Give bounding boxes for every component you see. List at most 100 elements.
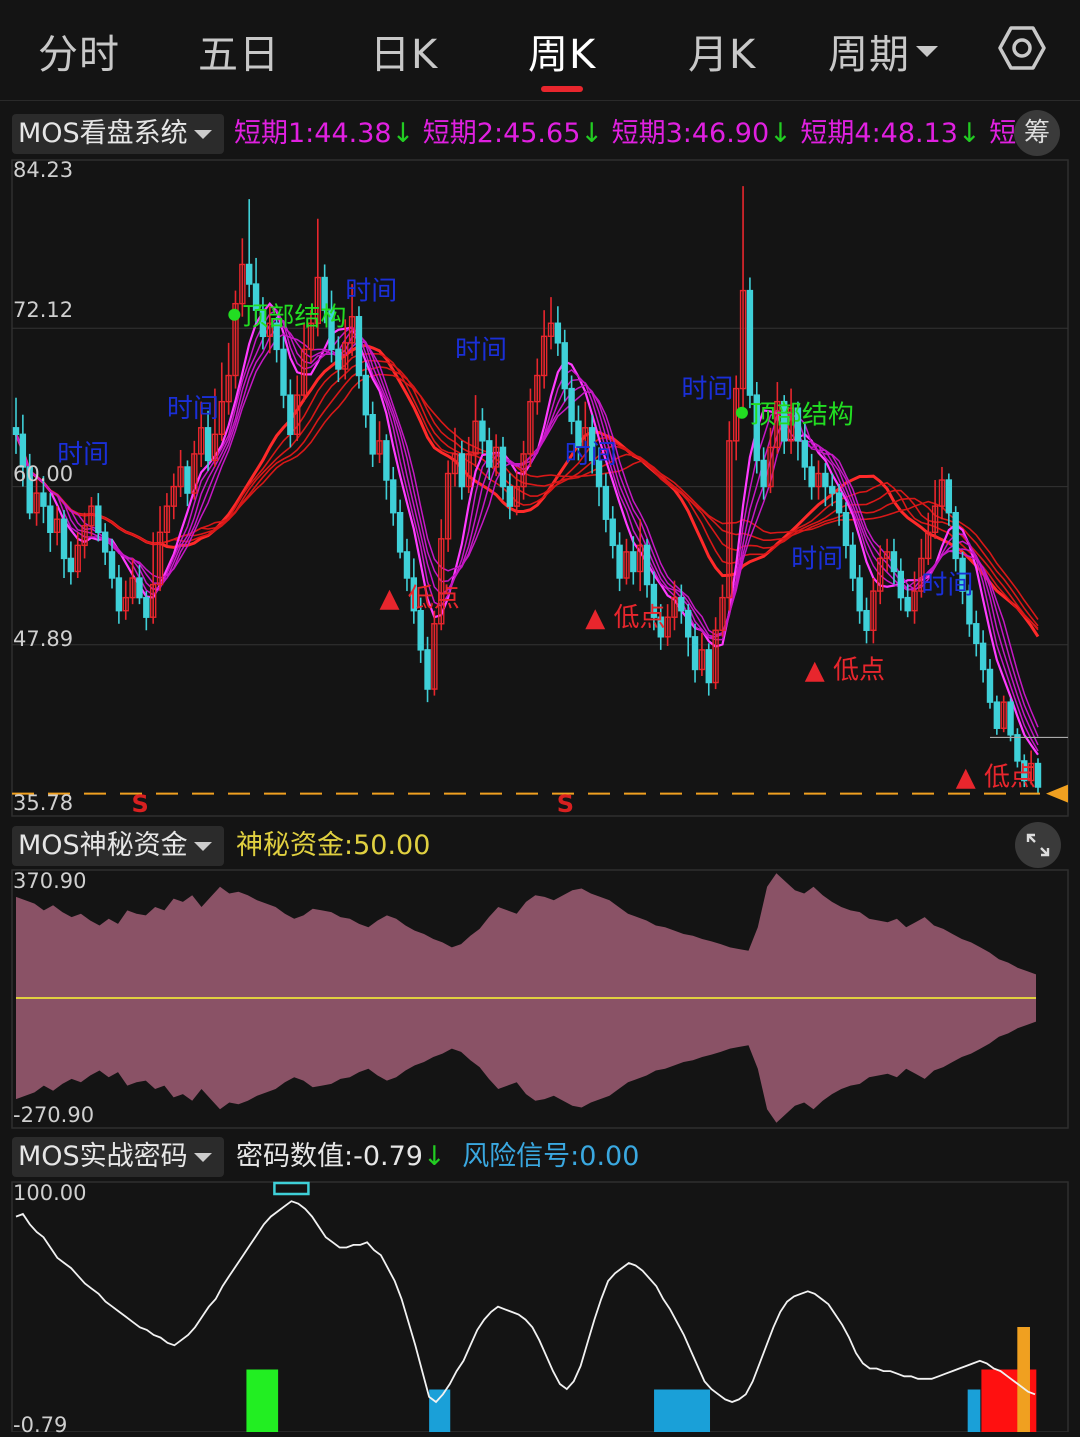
y-axis-label: 72.12 — [13, 298, 74, 322]
candle-body — [390, 479, 397, 514]
candle-body — [952, 511, 959, 560]
candle-body — [355, 316, 363, 377]
candle-body — [486, 440, 493, 468]
candle-body — [60, 518, 68, 560]
chart-annotation: ▲ 低点 — [585, 603, 665, 633]
candle-body — [417, 609, 424, 651]
chart-annotation: 时间 — [791, 544, 843, 574]
kline-chart-canvas[interactable]: 顶部结构时间时间时间时间时间时间顶部结构时间时间▲ 低点▲ 低点▲ 低点▲ 低点… — [0, 0, 1080, 1432]
candle-body — [616, 544, 623, 579]
candle-body — [335, 348, 342, 370]
candle-body — [499, 446, 507, 488]
candle-body — [842, 511, 850, 547]
candle-body — [760, 459, 767, 488]
main-panel-frame — [11, 159, 1069, 817]
candle-body — [973, 623, 980, 645]
chart-annotation: 时间 — [681, 375, 733, 405]
chart-annotation: ▲ 低点 — [805, 655, 885, 685]
y-axis-label-max: 84.23 — [13, 158, 74, 182]
candle-body — [369, 414, 376, 455]
code-signal-bar — [1017, 1327, 1030, 1432]
sell-signal-mark: S — [131, 790, 148, 818]
candle-body — [204, 427, 212, 462]
candle-body — [630, 551, 637, 573]
candle-body — [396, 511, 404, 553]
candle-body — [479, 420, 486, 442]
candle-body — [829, 485, 836, 494]
candle-body — [609, 518, 616, 547]
code-signal-bar — [967, 1389, 981, 1432]
candle-body — [424, 649, 431, 690]
candle-body — [12, 427, 20, 436]
candle-body — [705, 649, 712, 684]
chart-annotation: 时间 — [345, 277, 397, 307]
candle-body — [945, 479, 953, 514]
candle-body — [691, 636, 699, 671]
y-axis-label: 60.00 — [13, 462, 74, 486]
candle-body — [863, 609, 870, 631]
candle-body — [643, 544, 651, 586]
price-marker-icon — [1046, 784, 1068, 803]
candle-body — [280, 348, 287, 396]
chart-annotation: ▲ 低点 — [956, 763, 1036, 793]
fund-y-max: 370.90 — [13, 869, 87, 893]
peak-marker-icon — [273, 1181, 310, 1196]
candle-body — [554, 322, 562, 344]
chart-annotation: 时间 — [565, 440, 617, 470]
chart-annotation: 顶部结构 — [242, 303, 346, 333]
chart-annotation: 顶部结构 — [750, 401, 854, 431]
code-signal-bar — [246, 1369, 279, 1432]
code-panel-frame — [11, 1181, 1069, 1432]
candle-body — [1034, 762, 1042, 788]
code-signal-bar — [429, 1389, 451, 1432]
signal-dot — [735, 406, 748, 419]
candle-body — [67, 557, 75, 573]
candle-body — [568, 387, 575, 422]
candle-body — [979, 642, 987, 671]
code-signal-bar — [654, 1389, 711, 1432]
code-y-min: -0.79 — [13, 1413, 68, 1437]
y-axis-label-min: 35.78 — [13, 791, 74, 815]
code-value-line — [15, 1200, 1036, 1404]
candle-body — [101, 531, 109, 553]
signal-dot — [228, 308, 241, 321]
candle-body — [897, 570, 905, 599]
chart-annotation: 时间 — [921, 571, 973, 601]
candle-body — [986, 668, 994, 703]
candle-body — [993, 701, 1001, 729]
candle-body — [808, 466, 815, 488]
candle-body — [383, 440, 390, 481]
sell-signal-mark: S — [557, 790, 574, 818]
chart-annotation: 时间 — [167, 394, 219, 424]
candle-body — [561, 342, 568, 390]
candle-body — [40, 492, 47, 507]
candle-body — [746, 289, 754, 396]
candle-body — [47, 505, 54, 533]
fund-y-min: -270.90 — [13, 1103, 95, 1127]
candle-body — [801, 440, 808, 468]
candle-body — [184, 466, 191, 494]
candle-body — [287, 394, 294, 436]
candle-body — [1014, 734, 1021, 762]
candle-body — [835, 492, 843, 514]
candle-body — [246, 263, 253, 285]
candle-body — [362, 374, 370, 416]
candle-body — [849, 544, 857, 579]
candle-body — [108, 551, 116, 579]
candle-body — [678, 596, 685, 612]
candle-body — [904, 596, 911, 612]
candle-body — [506, 485, 514, 507]
candle-body — [95, 505, 102, 533]
candle-body — [458, 453, 466, 488]
candle-body — [403, 551, 411, 579]
candle-body — [136, 577, 143, 599]
chart-annotation: ▲ 低点 — [380, 584, 460, 614]
candle-body — [143, 596, 150, 618]
candle-body — [856, 577, 863, 612]
candle-body — [602, 485, 610, 520]
candle-body — [822, 472, 829, 488]
code-y-max: 100.00 — [13, 1181, 87, 1205]
chart-annotation: 时间 — [455, 335, 507, 365]
candle-body — [890, 551, 898, 573]
long-ma-line — [14, 343, 1040, 638]
